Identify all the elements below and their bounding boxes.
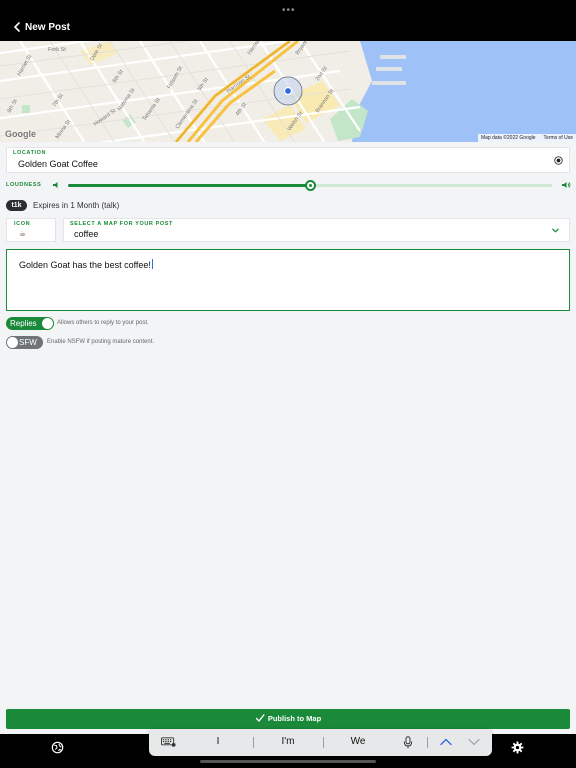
map-select[interactable]: SELECT A MAP FOR YOUR POST coffee (63, 218, 570, 242)
keyboard-icon[interactable] (161, 737, 176, 747)
toggle-knob (7, 337, 18, 348)
icon-field[interactable]: ICON ☕ (6, 218, 56, 242)
home-indicator (200, 760, 376, 763)
globe-icon[interactable] (51, 741, 64, 754)
message-textarea[interactable]: Golden Goat has the best coffee! (6, 249, 570, 311)
map-attribution: Map data ©2022 Google Terms of Use (477, 134, 576, 142)
coffee-icon[interactable]: ☕ (19, 229, 26, 238)
suggestion-word[interactable]: We (338, 736, 378, 747)
chevron-left-icon[interactable] (10, 20, 24, 34)
gear-icon[interactable] (511, 741, 524, 754)
publish-button[interactable]: Publish to Map (6, 709, 570, 729)
location-field[interactable]: LOCATION Golden Goat Coffee (6, 147, 570, 173)
map-select-label: SELECT A MAP FOR YOUR POST (70, 221, 173, 227)
clear-circle-icon[interactable] (554, 156, 563, 165)
microphone-icon[interactable] (403, 736, 413, 749)
map-select-value[interactable]: coffee (74, 229, 98, 239)
sfw-toggle-label: SFW (19, 338, 37, 347)
loudness-slider-thumb[interactable] (304, 180, 316, 191)
map-data-credit: Map data ©2022 Google (480, 135, 536, 141)
chevron-down-icon[interactable] (467, 737, 481, 747)
nav-header: ••• New Post (0, 0, 576, 41)
chevron-down-icon[interactable] (551, 226, 560, 235)
separator (427, 737, 428, 748)
google-logo: Google (5, 129, 36, 139)
message-content: Golden Goat has the best coffee! (19, 260, 151, 270)
talk-tag-badge: t1k (6, 200, 27, 211)
suggestion-word[interactable]: I (198, 736, 238, 747)
text-cursor (151, 259, 153, 269)
expiry-text: Expires in 1 Month (talk) (33, 201, 120, 210)
loudness-slider-fill (68, 184, 310, 187)
speaker-high-icon (562, 182, 571, 188)
checkmark-icon (255, 714, 265, 722)
replies-description: Allows others to reply to your post. (57, 320, 149, 326)
sfw-description: Enable NSFW if posting mature content. (47, 339, 155, 345)
map-tiles: Fork St Dore St Harrison St Folsom St Br… (0, 41, 576, 142)
sfw-toggle[interactable]: SFW (6, 336, 43, 349)
terms-link[interactable]: Terms of Use (544, 135, 573, 141)
keyboard-shortcut-bar: I I'm We (149, 729, 492, 756)
message-text: Golden Goat has the best coffee! (19, 259, 153, 270)
location-input[interactable]: Golden Goat Coffee (18, 159, 98, 169)
suggestion-word[interactable]: I'm (268, 736, 308, 747)
page-title: New Post (25, 22, 71, 33)
map-view[interactable]: Fork St Dore St Harrison St Folsom St Br… (0, 41, 576, 142)
multitasking-dots[interactable]: ••• (282, 5, 296, 16)
toggle-knob (42, 318, 53, 329)
replies-toggle-label: Replies (10, 319, 37, 328)
separator (253, 737, 254, 748)
speaker-low-icon (53, 182, 58, 188)
icon-label: ICON (14, 221, 31, 227)
publish-label: Publish to Map (267, 714, 322, 723)
separator (323, 737, 324, 748)
replies-toggle[interactable]: Replies (6, 317, 54, 330)
chevron-up-icon[interactable] (439, 737, 453, 747)
loudness-label: LOUDNESS (6, 182, 42, 188)
location-label: LOCATION (13, 150, 47, 156)
loudness-slider[interactable] (68, 180, 552, 191)
street-label: Fork St (48, 47, 66, 53)
